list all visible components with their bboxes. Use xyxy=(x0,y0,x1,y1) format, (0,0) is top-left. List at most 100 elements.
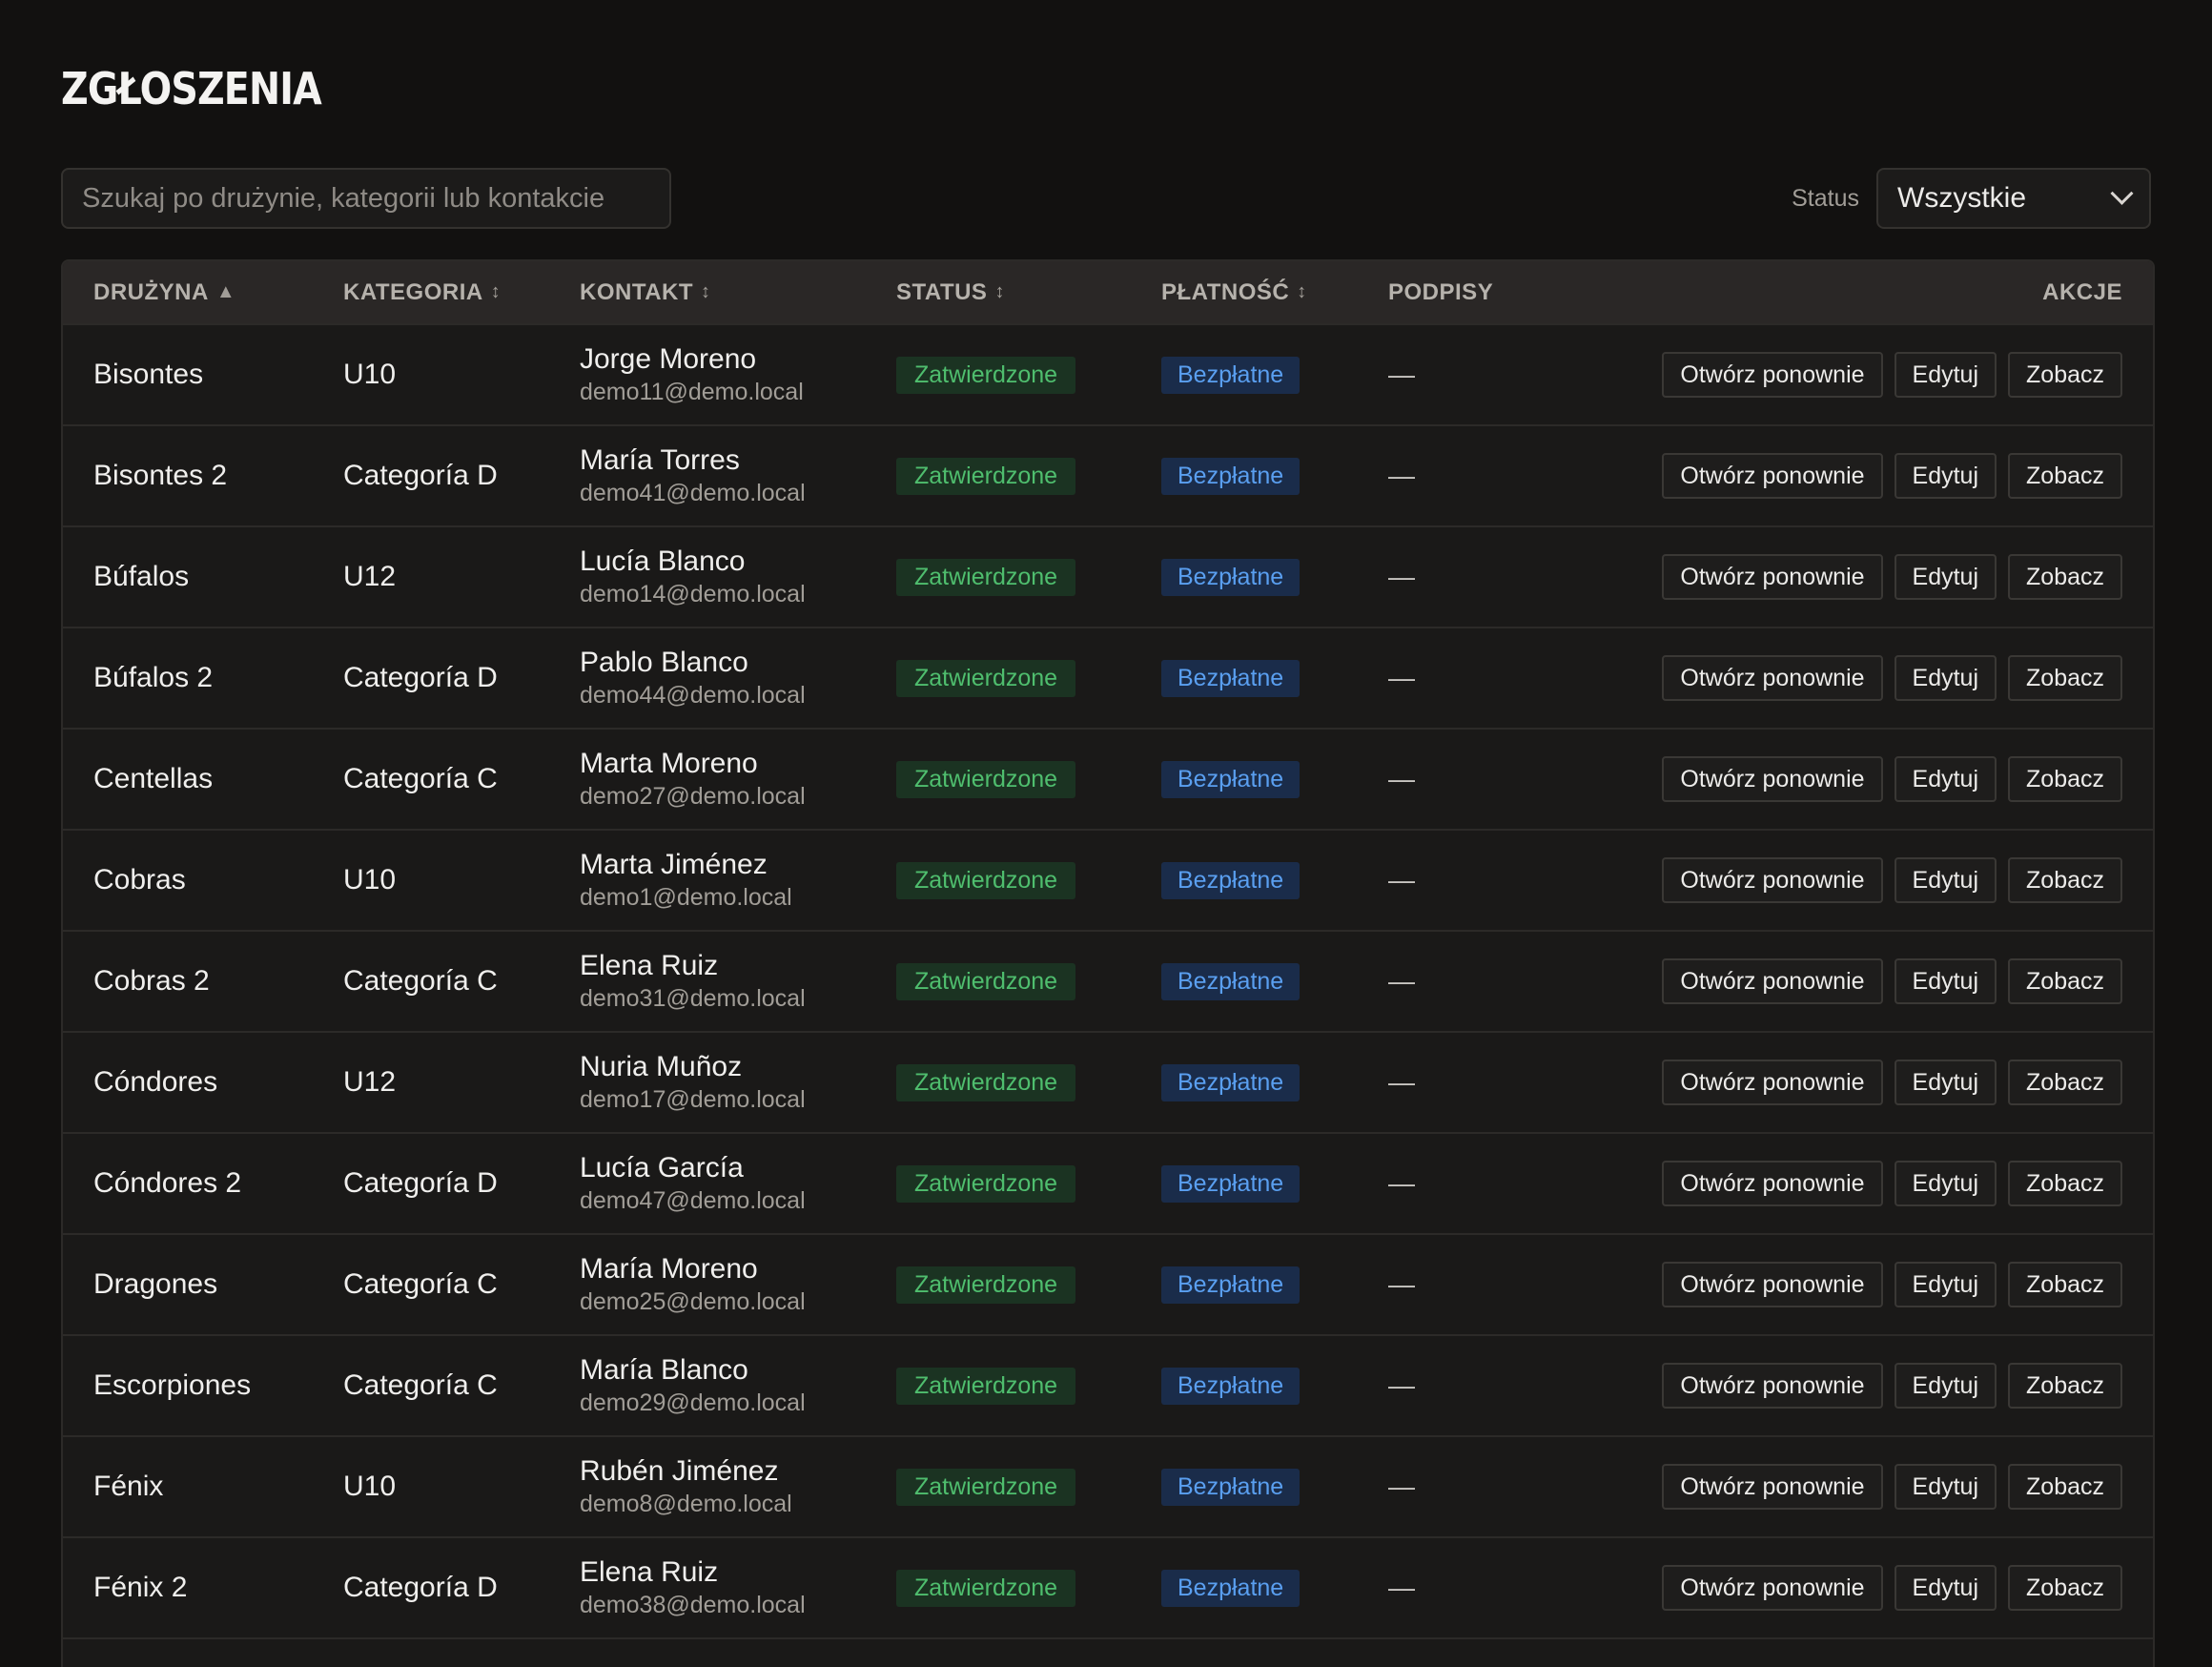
sort-icon: ↕ xyxy=(490,281,502,302)
reopen-button[interactable]: Otwórz ponownie xyxy=(1662,756,1883,802)
signatures-value: — xyxy=(1388,360,1415,389)
contact-email: demo38@demo.local xyxy=(580,1592,806,1618)
table-row: Cóndores U12 Nuria Muñoz demo17@demo.local Z… xyxy=(63,1032,2153,1133)
view-button[interactable]: Zobacz xyxy=(2008,655,2122,701)
sort-ascending-icon: ▲ xyxy=(215,281,236,302)
reopen-button[interactable]: Otwórz ponownie xyxy=(1662,453,1883,499)
edit-button[interactable]: Edytuj xyxy=(1894,1363,1997,1409)
edit-button[interactable]: Edytuj xyxy=(1894,857,1997,903)
table-row: Fénix U10 Rubén Jiménez demo8@demo.local Zat… xyxy=(63,1436,2153,1537)
view-button[interactable]: Zobacz xyxy=(2008,453,2122,499)
status-select-value: Wszystkie xyxy=(1897,182,2026,214)
view-button[interactable]: Zobacz xyxy=(2008,1060,2122,1105)
table-row: Bisontes U10 Jorge Moreno demo11@demo.local… xyxy=(63,324,2153,425)
edit-button[interactable]: Edytuj xyxy=(1894,1060,1997,1105)
reopen-button[interactable]: Otwórz ponownie xyxy=(1662,655,1883,701)
signatures-value: — xyxy=(1388,1269,1415,1299)
reopen-button[interactable]: Otwórz ponownie xyxy=(1662,1161,1883,1206)
contact-name: María Blanco xyxy=(580,1354,748,1386)
status-badge: Zatwierdzone xyxy=(896,457,1076,495)
contact-email: demo29@demo.local xyxy=(580,1389,806,1416)
view-button[interactable]: Zobacz xyxy=(2008,554,2122,600)
column-header-status[interactable]: STATUS ↕ xyxy=(896,261,1161,324)
column-header-team[interactable]: DRUŻYNA ▲ xyxy=(63,261,343,324)
edit-button[interactable]: Edytuj xyxy=(1894,958,1997,1004)
table-row: Cobras U10 Marta Jiménez demo1@demo.local Za… xyxy=(63,830,2153,931)
signatures-value: — xyxy=(1388,1168,1415,1198)
edit-button[interactable]: Edytuj xyxy=(1894,1262,1997,1307)
reopen-button[interactable]: Otwórz ponownie xyxy=(1662,1565,1883,1611)
view-button[interactable]: Zobacz xyxy=(2008,1363,2122,1409)
signatures-value: — xyxy=(1388,663,1415,692)
reopen-button[interactable]: Otwórz ponownie xyxy=(1662,1262,1883,1307)
category: Categoría C xyxy=(343,763,498,794)
team-name: Centellas xyxy=(93,763,214,794)
reopen-button[interactable]: Otwórz ponownie xyxy=(1662,554,1883,600)
column-header-contact[interactable]: KONTAKT ↕ xyxy=(580,261,896,324)
payment-badge: Bezpłatne xyxy=(1161,1468,1301,1506)
signatures-value: — xyxy=(1388,865,1415,895)
table-row: Marta RuizOtwórz ponownieEdytujZobacz xyxy=(63,1638,2153,1667)
search-input[interactable] xyxy=(61,168,671,229)
team-name: Cobras xyxy=(93,864,186,895)
contact-name: Nuria Muñoz xyxy=(580,1051,743,1082)
edit-button[interactable]: Edytuj xyxy=(1894,453,1997,499)
status-select[interactable]: Wszystkie xyxy=(1876,168,2151,229)
reopen-button[interactable]: Otwórz ponownie xyxy=(1662,352,1883,398)
view-button[interactable]: Zobacz xyxy=(2008,352,2122,398)
reopen-button[interactable]: Otwórz ponownie xyxy=(1662,1363,1883,1409)
table-row: Dragones Categoría C María Moreno demo25@de… xyxy=(63,1234,2153,1335)
contact-email: demo8@demo.local xyxy=(580,1491,792,1517)
category: Categoría D xyxy=(343,1572,498,1603)
category: U12 xyxy=(343,561,397,592)
view-button[interactable]: Zobacz xyxy=(2008,958,2122,1004)
status-badge: Zatwierdzone xyxy=(896,1164,1076,1203)
edit-button[interactable]: Edytuj xyxy=(1894,554,1997,600)
view-button[interactable]: Zobacz xyxy=(2008,1464,2122,1510)
status-badge: Zatwierdzone xyxy=(896,558,1076,596)
team-name: Fénix xyxy=(93,1471,164,1502)
reopen-button[interactable]: Otwórz ponownie xyxy=(1662,958,1883,1004)
contact-email: demo47@demo.local xyxy=(580,1187,806,1214)
contact-name: Marta Moreno xyxy=(580,748,758,779)
edit-button[interactable]: Edytuj xyxy=(1894,352,1997,398)
payment-badge: Bezpłatne xyxy=(1161,457,1301,495)
team-name: Cobras 2 xyxy=(93,965,210,997)
payment-badge: Bezpłatne xyxy=(1161,760,1301,798)
view-button[interactable]: Zobacz xyxy=(2008,857,2122,903)
reopen-button[interactable]: Otwórz ponownie xyxy=(1662,857,1883,903)
signatures-value: — xyxy=(1388,1471,1415,1501)
reopen-button[interactable]: Otwórz ponownie xyxy=(1662,1464,1883,1510)
sort-icon: ↕ xyxy=(1297,281,1307,302)
edit-button[interactable]: Edytuj xyxy=(1894,1161,1997,1206)
signatures-value: — xyxy=(1388,1573,1415,1602)
contact-email: demo41@demo.local xyxy=(580,480,806,506)
signatures-value: — xyxy=(1388,461,1415,490)
signatures-value: — xyxy=(1388,1067,1415,1097)
view-button[interactable]: Zobacz xyxy=(2008,756,2122,802)
column-header-category[interactable]: KATEGORIA ↕ xyxy=(343,261,580,324)
view-button[interactable]: Zobacz xyxy=(2008,1161,2122,1206)
status-badge: Zatwierdzone xyxy=(896,1367,1076,1405)
view-button[interactable]: Zobacz xyxy=(2008,1565,2122,1611)
status-filter-label: Status xyxy=(1792,184,1859,212)
table-row: Cóndores 2 Categoría D Lucía García demo47@… xyxy=(63,1133,2153,1234)
category: U12 xyxy=(343,1066,397,1098)
column-header-payment[interactable]: PŁATNOŚĆ ↕ xyxy=(1161,261,1388,324)
table-row: Centellas Categoría C Marta Moreno demo27@d… xyxy=(63,729,2153,830)
edit-button[interactable]: Edytuj xyxy=(1894,756,1997,802)
signatures-value: — xyxy=(1388,1370,1415,1400)
edit-button[interactable]: Edytuj xyxy=(1894,1464,1997,1510)
contact-email: demo17@demo.local xyxy=(580,1086,806,1113)
contact-email: demo1@demo.local xyxy=(580,884,792,911)
reopen-button[interactable]: Otwórz ponownie xyxy=(1662,1060,1883,1105)
edit-button[interactable]: Edytuj xyxy=(1894,655,1997,701)
view-button[interactable]: Zobacz xyxy=(2008,1262,2122,1307)
edit-button[interactable]: Edytuj xyxy=(1894,1565,1997,1611)
payment-badge: Bezpłatne xyxy=(1161,861,1301,899)
team-name: Dragones xyxy=(93,1268,218,1300)
contact-name: Elena Ruiz xyxy=(580,950,719,981)
status-badge: Zatwierdzone xyxy=(896,962,1076,1000)
contact-name: María Moreno xyxy=(580,1253,758,1285)
payment-badge: Bezpłatne xyxy=(1161,659,1301,697)
